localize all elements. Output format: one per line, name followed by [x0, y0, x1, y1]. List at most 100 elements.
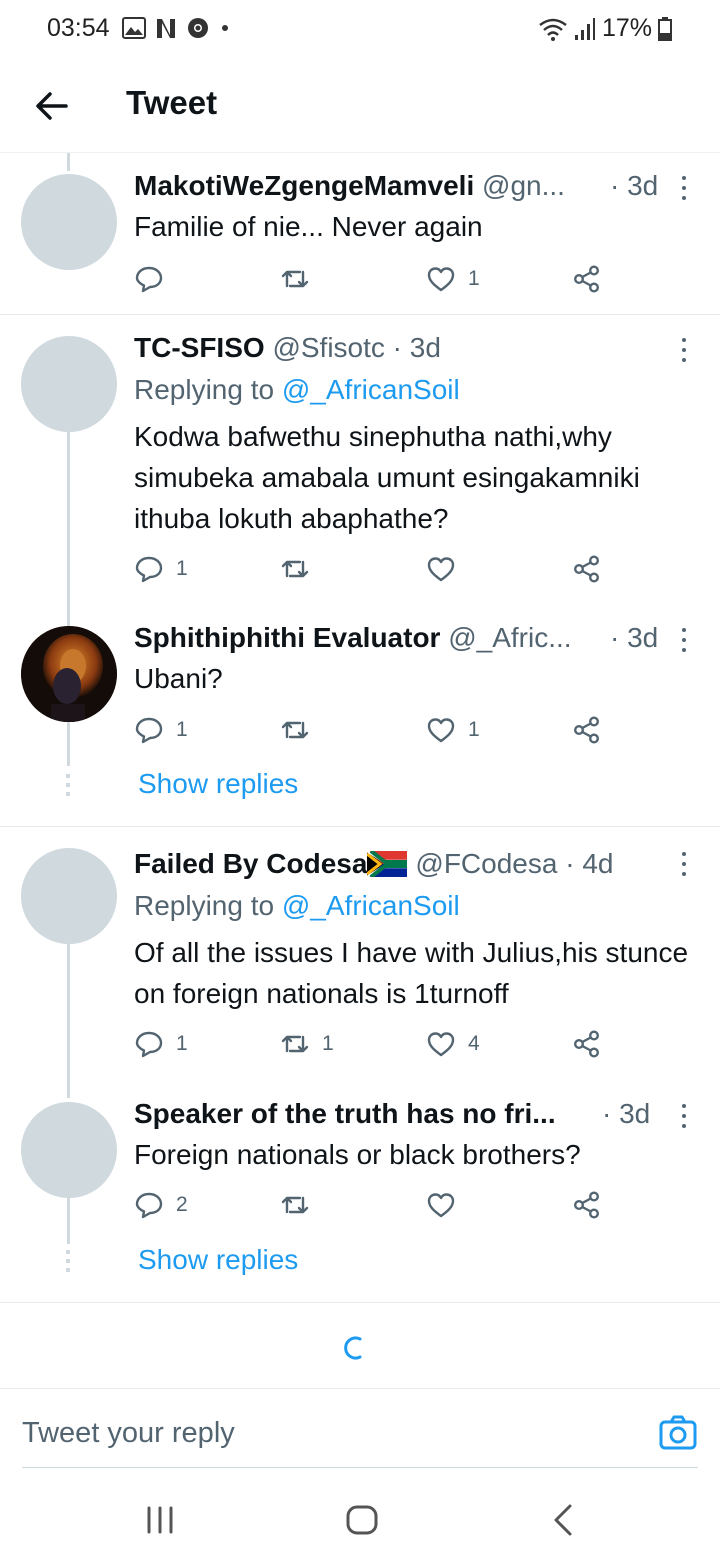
- wifi-icon: [539, 18, 567, 41]
- replying-mention[interactable]: @_AfricanSoil: [282, 374, 460, 405]
- retweet-button[interactable]: [280, 554, 322, 584]
- avatar[interactable]: [21, 848, 117, 944]
- top-app-bar: Tweet: [0, 60, 720, 153]
- more-icon[interactable]: [676, 1104, 692, 1132]
- show-replies-link[interactable]: Show replies: [138, 768, 298, 800]
- replying-mention[interactable]: @_AfricanSoil: [282, 890, 460, 921]
- reply-count: 1: [176, 557, 188, 580]
- like-icon: [426, 1190, 456, 1220]
- reply-button[interactable]: [134, 264, 176, 294]
- share-icon: [572, 264, 602, 294]
- replying-to: Replying to @_AfricanSoil: [134, 374, 460, 406]
- retweet-button[interactable]: [280, 715, 322, 745]
- retweet-button[interactable]: 1: [280, 1029, 334, 1059]
- tweet[interactable]: Failed By Codesa @FCodesa · 4d Replying t…: [0, 828, 720, 1088]
- retweet-icon: [280, 1029, 310, 1059]
- status-system-icons: 17%: [538, 14, 672, 43]
- user-name[interactable]: TC-SFISO: [134, 332, 265, 363]
- chrome-icon: [188, 18, 208, 38]
- reply-icon: [134, 554, 164, 584]
- tweet-text: Of all the issues I have with Julius,his…: [134, 937, 689, 1009]
- retweet-button[interactable]: [280, 264, 322, 294]
- like-count: 1: [468, 267, 480, 290]
- avatar[interactable]: [21, 336, 117, 432]
- user-name[interactable]: MakotiWeZgengeMamveli: [134, 170, 474, 201]
- like-button[interactable]: [426, 554, 468, 584]
- retweet-icon: [280, 264, 310, 294]
- avatar[interactable]: [21, 1102, 117, 1198]
- tweet-time: · 3d: [602, 1098, 651, 1129]
- reply-input[interactable]: Tweet your reply: [22, 1417, 235, 1450]
- like-count: 1: [468, 718, 480, 741]
- reply-button[interactable]: 2: [134, 1190, 188, 1220]
- gallery-icon: [122, 17, 146, 39]
- more-icon[interactable]: [676, 852, 692, 880]
- user-handle: @_Afric...: [448, 622, 572, 653]
- user-name[interactable]: Speaker of the truth has no fri...: [134, 1098, 556, 1129]
- like-icon: [426, 1029, 456, 1059]
- more-icon[interactable]: [676, 176, 692, 204]
- tweet[interactable]: TC-SFISO @Sfisotc · 3d Replying to @_Afr…: [0, 316, 720, 606]
- tweet-time: · 3d: [610, 622, 659, 653]
- reply-icon: [134, 1190, 164, 1220]
- divider: [0, 314, 720, 315]
- share-icon: [572, 554, 602, 584]
- reply-button[interactable]: 1: [134, 715, 188, 745]
- share-icon: [572, 1190, 602, 1220]
- like-icon: [426, 715, 456, 745]
- replying-to: Replying to @_AfricanSoil: [134, 890, 460, 922]
- retweet-count: 1: [322, 1032, 334, 1055]
- status-bar: 03:54 17%: [0, 0, 720, 60]
- tweet-actions: 1: [134, 554, 614, 588]
- reply-count: 1: [176, 718, 188, 741]
- system-nav-bar: [0, 1470, 720, 1560]
- home-icon[interactable]: [342, 1500, 382, 1540]
- tweet[interactable]: Sphithiphithi Evaluator @_Afric... · 3d …: [0, 606, 720, 766]
- recents-icon[interactable]: [140, 1500, 180, 1540]
- like-button[interactable]: 1: [426, 715, 480, 745]
- like-button[interactable]: 4: [426, 1029, 480, 1059]
- share-button[interactable]: [572, 264, 602, 294]
- replying-label: Replying to: [134, 374, 275, 405]
- tweet-header: MakotiWeZgengeMamveli @gn...: [134, 170, 650, 202]
- thread-dotted-line: [66, 774, 70, 798]
- more-icon[interactable]: [676, 338, 692, 366]
- more-icon[interactable]: [676, 628, 692, 656]
- like-count: 4: [468, 1032, 480, 1055]
- retweet-button[interactable]: [280, 1190, 322, 1220]
- tweet-text: Familie of nie... Never again: [134, 211, 483, 242]
- thread-dotted-line: [66, 1250, 70, 1274]
- tweet[interactable]: MakotiWeZgengeMamveli @gn... · 3d Famili…: [0, 160, 720, 315]
- avatar-lion[interactable]: [21, 626, 117, 722]
- reply-button[interactable]: 1: [134, 1029, 188, 1059]
- dot-icon: [222, 25, 228, 31]
- divider: [0, 826, 720, 827]
- share-button[interactable]: [572, 1190, 602, 1220]
- reply-button[interactable]: 1: [134, 554, 188, 584]
- divider: [0, 1302, 720, 1303]
- user-handle: @gn...: [482, 170, 565, 201]
- share-button[interactable]: [572, 1029, 602, 1059]
- back-nav-icon[interactable]: [544, 1500, 584, 1540]
- user-handle: @Sfisotc · 3d: [272, 332, 441, 363]
- reply-count: 1: [176, 1032, 188, 1055]
- like-icon: [426, 554, 456, 584]
- retweet-icon: [280, 715, 310, 745]
- like-button[interactable]: 1: [426, 264, 480, 294]
- share-icon: [572, 1029, 602, 1059]
- avatar[interactable]: [21, 174, 117, 270]
- retweet-icon: [280, 1190, 310, 1220]
- tweet-header: TC-SFISO @Sfisotc · 3d: [134, 332, 650, 364]
- share-button[interactable]: [572, 715, 602, 745]
- user-name[interactable]: Failed By Codesa: [134, 848, 367, 879]
- tweet[interactable]: Speaker of the truth has no fri... · 3d …: [0, 1088, 720, 1248]
- share-button[interactable]: [572, 554, 602, 584]
- show-replies-link[interactable]: Show replies: [138, 1244, 298, 1276]
- like-button[interactable]: [426, 1190, 468, 1220]
- camera-icon[interactable]: [658, 1413, 698, 1453]
- user-name[interactable]: Sphithiphithi Evaluator: [134, 622, 440, 653]
- status-time: 03:54: [47, 14, 110, 42]
- share-icon: [572, 715, 602, 745]
- back-arrow-icon[interactable]: [32, 86, 72, 126]
- status-notification-icons: [122, 16, 232, 40]
